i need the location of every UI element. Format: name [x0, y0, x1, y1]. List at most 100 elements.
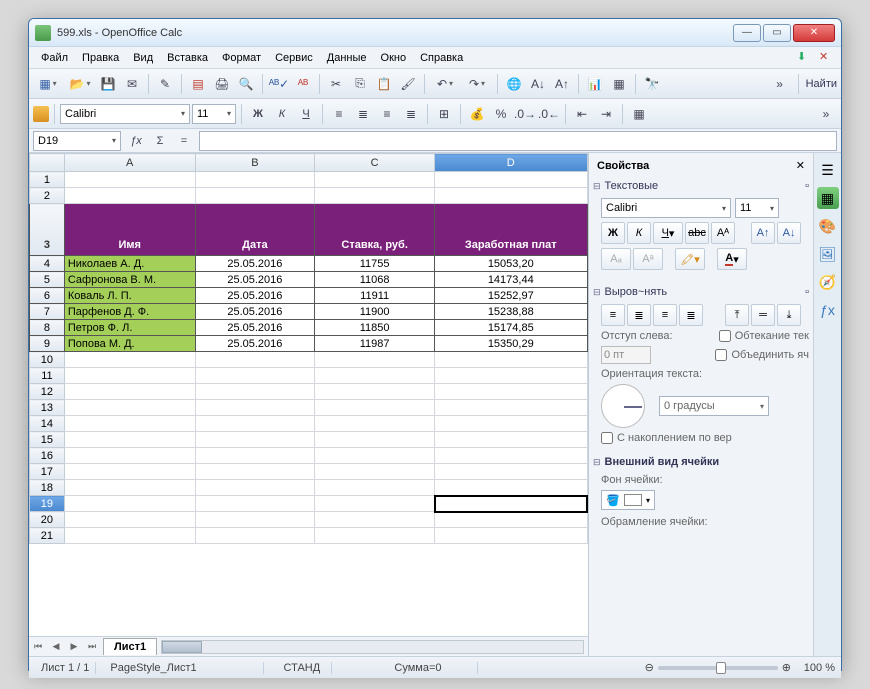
sum-button[interactable]: Σ — [149, 130, 171, 152]
section-appearance-header[interactable]: Внешний вид ячейки — [593, 454, 809, 470]
cell[interactable]: 25.05.2016 — [195, 336, 315, 352]
menu-tools[interactable]: Сервис — [269, 50, 319, 66]
header-date[interactable]: Дата — [195, 204, 315, 256]
row-header[interactable]: 12 — [30, 384, 65, 400]
sb-align-center[interactable]: ≣ — [627, 304, 651, 326]
font-size-select[interactable]: 11 — [192, 104, 236, 124]
align-justify-button[interactable]: ≣ — [400, 103, 422, 125]
wrap-checkbox[interactable]: Обтекание тек — [719, 330, 809, 342]
dock-navigator-icon[interactable]: 🧭 — [817, 271, 839, 293]
cell[interactable]: 11987 — [315, 336, 435, 352]
cell[interactable]: Николаев А. Д. — [64, 256, 195, 272]
cell[interactable]: 11850 — [315, 320, 435, 336]
cell[interactable]: 25.05.2016 — [195, 304, 315, 320]
row-header[interactable]: 21 — [30, 528, 65, 544]
row-header[interactable]: 3 — [30, 204, 65, 256]
row-header[interactable]: 18 — [30, 480, 65, 496]
font-name-select[interactable]: Calibri — [60, 104, 190, 124]
cell[interactable]: Сафронова В. М. — [64, 272, 195, 288]
zoom-slider[interactable] — [658, 666, 778, 670]
sb-super-button[interactable]: Aₐ — [601, 248, 631, 270]
menu-edit[interactable]: Правка — [76, 50, 125, 66]
status-mode[interactable]: СТАНД — [272, 662, 332, 674]
stacked-checkbox[interactable]: С накоплением по вер — [601, 432, 809, 444]
header-name[interactable]: Имя — [64, 204, 195, 256]
equals-button[interactable]: = — [173, 130, 195, 152]
cell[interactable]: 14173,44 — [435, 272, 587, 288]
styles-icon[interactable] — [33, 106, 49, 122]
italic-button[interactable]: К — [271, 103, 293, 125]
autospell-button[interactable]: ᴬᴮ — [292, 73, 314, 95]
sb-align-justify[interactable]: ≣ — [679, 304, 703, 326]
function-wizard-button[interactable]: ƒx — [125, 130, 147, 152]
row-header[interactable]: 6 — [30, 288, 65, 304]
cell[interactable]: 15238,88 — [435, 304, 587, 320]
cell[interactable]: 15252,97 — [435, 288, 587, 304]
dock-gallery-icon[interactable]: 🖼 — [817, 243, 839, 265]
show-grid-button[interactable]: ▦ — [608, 73, 630, 95]
tab-last-button[interactable]: ⏭ — [83, 639, 101, 655]
horizontal-scrollbar[interactable] — [161, 640, 584, 654]
add-decimal-button[interactable]: .0→ — [514, 103, 536, 125]
bold-button[interactable]: Ж — [247, 103, 269, 125]
row-header[interactable]: 4 — [30, 256, 65, 272]
align-center-button[interactable]: ≣ — [352, 103, 374, 125]
select-all-corner[interactable] — [30, 154, 65, 172]
section-text-header[interactable]: Текстовые▫ — [593, 178, 809, 194]
cell[interactable]: 25.05.2016 — [195, 288, 315, 304]
email-button[interactable]: ✉ — [121, 73, 143, 95]
formula-input[interactable] — [199, 131, 837, 151]
cell[interactable]: 25.05.2016 — [195, 256, 315, 272]
row-header[interactable]: 11 — [30, 368, 65, 384]
row-header[interactable]: 9 — [30, 336, 65, 352]
row-header[interactable]: 14 — [30, 416, 65, 432]
menu-data[interactable]: Данные — [321, 50, 373, 66]
row-header[interactable]: 10 — [30, 352, 65, 368]
sb-align-right[interactable]: ≡ — [653, 304, 677, 326]
cut-button[interactable]: ✂ — [325, 73, 347, 95]
save-button[interactable]: 💾 — [97, 73, 119, 95]
dec-indent-button[interactable]: ⇤ — [571, 103, 593, 125]
spellcheck-button[interactable]: ᴬᴮ✓ — [268, 73, 290, 95]
update-icon[interactable]: ⬇ — [797, 50, 813, 66]
copy-button[interactable]: ⎘ — [349, 73, 371, 95]
open-button[interactable]: 📂 — [65, 73, 95, 95]
cell[interactable]: 25.05.2016 — [195, 272, 315, 288]
row-header[interactable]: 7 — [30, 304, 65, 320]
cell[interactable]: Парфенов Д. Ф. — [64, 304, 195, 320]
row-header[interactable]: 8 — [30, 320, 65, 336]
row-header[interactable]: 13 — [30, 400, 65, 416]
sb-highlight-button[interactable]: 🖍▾ — [675, 248, 705, 270]
edit-button[interactable]: ✎ — [154, 73, 176, 95]
sb-underline-button[interactable]: Ч ▾ — [653, 222, 683, 244]
sb-sub-button[interactable]: Aᵃ — [633, 248, 663, 270]
row-header[interactable]: 2 — [30, 188, 65, 204]
cell[interactable]: Коваль Л. П. — [64, 288, 195, 304]
sort-desc-button[interactable]: A↑ — [551, 73, 573, 95]
underline-button[interactable]: Ч — [295, 103, 317, 125]
cell[interactable]: Петров Ф. Л. — [64, 320, 195, 336]
pdf-button[interactable]: ▤ — [187, 73, 209, 95]
header-rate[interactable]: Ставка, руб. — [315, 204, 435, 256]
sb-strike-button[interactable]: abc — [685, 222, 709, 244]
header-salary[interactable]: Заработная плат — [435, 204, 587, 256]
sb-align-left[interactable]: ≡ — [601, 304, 625, 326]
cell[interactable]: 11068 — [315, 272, 435, 288]
menu-help[interactable]: Справка — [414, 50, 469, 66]
status-sum[interactable]: Сумма=0 — [388, 662, 478, 674]
zoom-in-button[interactable]: ⊕ — [782, 661, 791, 674]
percent-button[interactable]: % — [490, 103, 512, 125]
expand-toolbar-button[interactable]: » — [769, 73, 791, 95]
row-header[interactable]: 15 — [30, 432, 65, 448]
sb-valign-bot[interactable]: ⤓ — [777, 304, 801, 326]
new-button[interactable]: ▦ — [33, 73, 63, 95]
sb-size-select[interactable]: 11 — [735, 198, 779, 218]
cell[interactable]: 15053,20 — [435, 256, 587, 272]
navigator-button[interactable]: 🔭 — [641, 73, 663, 95]
print-button[interactable]: 🖨 — [211, 73, 233, 95]
section-align-header[interactable]: Выров~нять▫ — [593, 284, 809, 300]
orientation-dial[interactable] — [601, 384, 645, 428]
cell[interactable]: 25.05.2016 — [195, 320, 315, 336]
cell[interactable]: 11911 — [315, 288, 435, 304]
format-paint-button[interactable]: 🖌 — [397, 73, 419, 95]
